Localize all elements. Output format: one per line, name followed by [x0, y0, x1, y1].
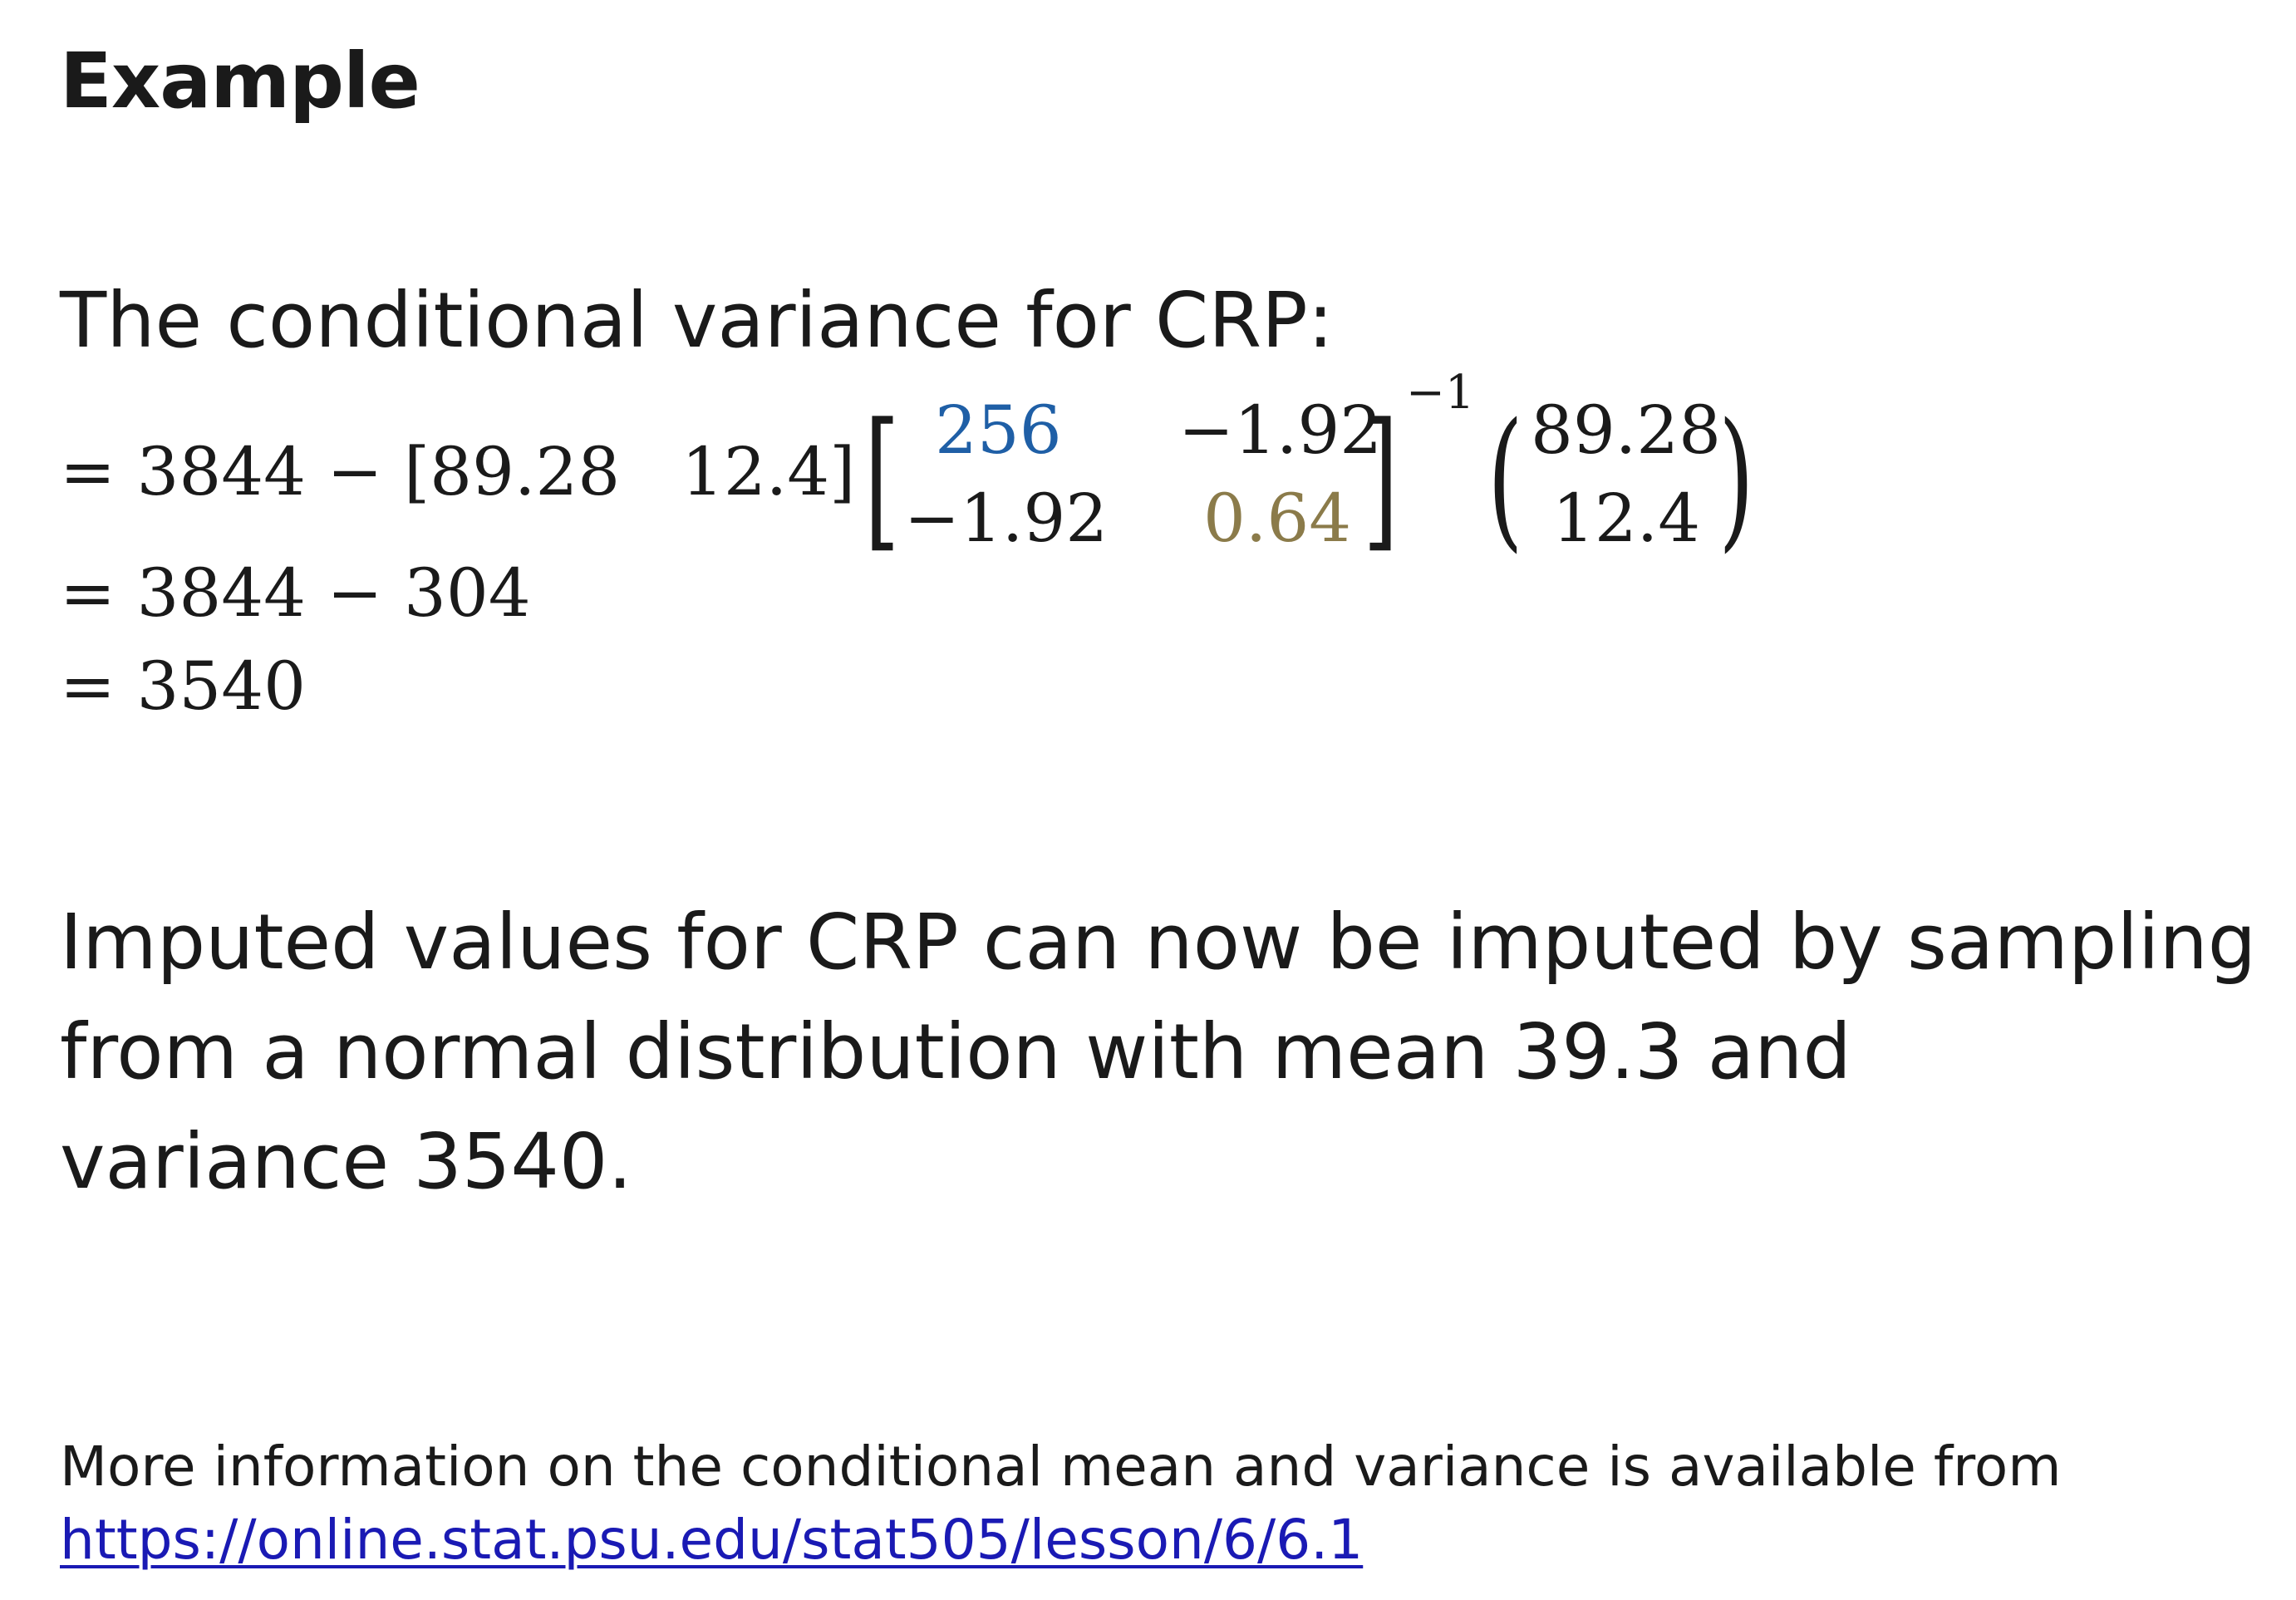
equation-line-1-lead: = 3844 − [89.28 — [60, 433, 621, 510]
vector-v2: 12.4 — [1552, 480, 1701, 557]
matrix-exponent: −1 — [1406, 366, 1475, 420]
conclusion-paragraph: Imputed values for CRP can now be impute… — [60, 888, 2256, 1217]
vector-right-paren: ) — [1718, 391, 1754, 567]
equation-line-3: = 3540 — [60, 647, 307, 725]
vector-v1: 89.28 — [1531, 391, 1722, 469]
conclusion-line-2: from a normal distribution with mean 39.… — [60, 1007, 1851, 1096]
matrix-a22: 0.64 — [1203, 480, 1352, 557]
matrix-a21: −1.92 — [904, 480, 1109, 557]
intro-text: The conditional variance for CRP: — [60, 276, 1334, 365]
more-info-note: More information on the conditional mean… — [60, 1435, 2062, 1499]
matrix-left-bracket: [ — [864, 391, 900, 567]
matrix-a11: 256 — [935, 391, 1062, 469]
equation-line-2: = 3844 − 304 — [60, 554, 531, 632]
reference-link[interactable]: https://online.stat.psu.edu/stat505/less… — [60, 1503, 1363, 1578]
equation-line-1-row-end: 12.4] — [681, 433, 856, 510]
slide-title: Example — [60, 37, 420, 126]
conclusion-line-3: variance 3540. — [60, 1117, 632, 1206]
matrix-a12: −1.92 — [1178, 391, 1383, 469]
vector-left-paren: ( — [1487, 391, 1523, 567]
conclusion-line-1: Imputed values for CRP can now be impute… — [60, 898, 2257, 987]
